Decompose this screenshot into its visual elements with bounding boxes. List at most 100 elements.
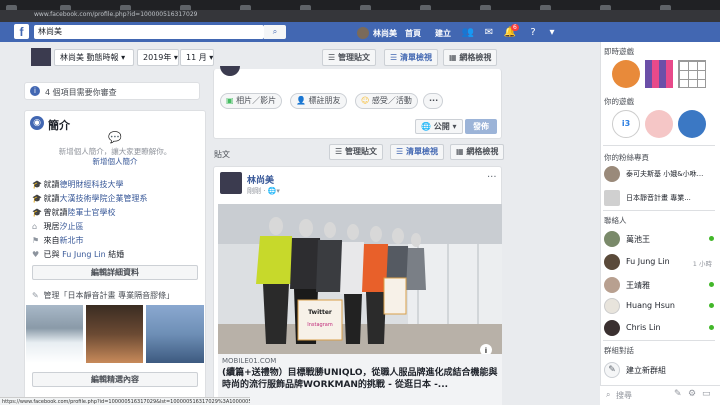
intro-item-prefix: 來自 bbox=[43, 236, 60, 245]
contact-item[interactable]: Huang Hsun bbox=[604, 298, 716, 314]
feeling-activity-label: 感受／活動 bbox=[371, 96, 412, 105]
contact-item[interactable]: Chris Lin bbox=[604, 320, 716, 336]
edit-details-button[interactable]: 編輯詳細資料 bbox=[32, 265, 198, 280]
address-url[interactable]: www.facebook.com/profile.php?id=10000051… bbox=[34, 11, 197, 18]
pending-review-card[interactable]: i 4 個項目需要你審查 bbox=[24, 82, 200, 100]
fanpages-title: 你的粉絲專頁 bbox=[604, 153, 649, 162]
contact-name: 萬池王 bbox=[626, 235, 650, 244]
grid-view-button[interactable]: ▦ 網格檢視 bbox=[450, 144, 505, 160]
timeline-filter-select[interactable]: 林尚美 動態時報 ▾ bbox=[54, 49, 134, 66]
messenger-icon[interactable]: ✉ bbox=[482, 27, 496, 38]
list-view-top-button[interactable]: ☰ 清單檢視 bbox=[384, 49, 438, 66]
intro-item: ♥ 已與 Fu Jung Lin 結婚 bbox=[32, 250, 124, 260]
image-info-icon[interactable]: i bbox=[485, 347, 487, 354]
game-icon[interactable] bbox=[612, 60, 640, 88]
help-icon[interactable]: ? bbox=[526, 27, 540, 38]
photo-video-button[interactable]: ▣ 相片／影片 bbox=[220, 93, 283, 109]
chat-search-icon: ⌕ bbox=[606, 390, 611, 399]
tag-friends-button[interactable]: 👤 標註朋友 bbox=[290, 93, 347, 109]
game-icon[interactable] bbox=[678, 110, 706, 138]
contact-item[interactable]: 萬池王 bbox=[604, 231, 716, 247]
options-gear-icon[interactable]: ⚙ bbox=[688, 389, 696, 399]
new-message-icon[interactable]: ✎ bbox=[674, 389, 682, 399]
month-select[interactable]: 11 月 ▾ bbox=[180, 49, 214, 66]
create-link[interactable]: 建立 bbox=[435, 28, 451, 39]
home-link[interactable]: 首頁 bbox=[405, 28, 421, 39]
list-view-button[interactable]: ☰ 清單檢視 bbox=[390, 144, 444, 160]
contact-avatar bbox=[604, 254, 620, 270]
posts-section-title: 貼文 bbox=[214, 150, 230, 159]
chat-search-placeholder[interactable]: 搜尋 bbox=[616, 390, 632, 401]
manage-posts-top-button[interactable]: ☰ 管理貼文 bbox=[322, 49, 376, 66]
online-indicator bbox=[709, 282, 714, 287]
contact-item[interactable]: 王靖雅 bbox=[604, 277, 716, 293]
notification-count-badge: 6 bbox=[511, 24, 519, 31]
link-title[interactable]: (續篇+送禮物）目標戰勝UNIQLO，從職人服品牌進化成結合機能與時尚的流行服飾… bbox=[222, 367, 498, 391]
privacy-select[interactable]: 🌐 公開 ▾ bbox=[415, 119, 463, 134]
contact-name: Chris Lin bbox=[626, 323, 661, 332]
privacy-label: 公開 bbox=[433, 122, 450, 131]
friends-icon[interactable]: 👥 bbox=[461, 27, 475, 38]
featured-manage[interactable]: ✎ 管理「日本靜音計畫 專業隔音膠條」 bbox=[32, 291, 174, 301]
search-icon[interactable]: ⌕ bbox=[264, 25, 286, 39]
browser-status-bar: https://www.facebook.com/profile.php?id=… bbox=[0, 397, 250, 405]
game-icon[interactable] bbox=[645, 60, 673, 88]
intro-item-prefix: 曾就讀 bbox=[43, 208, 68, 217]
manage-posts-top-label: 管理貼文 bbox=[337, 53, 370, 62]
intro-item-link[interactable]: 汐止區 bbox=[60, 222, 84, 231]
manage-posts-label: 管理貼文 bbox=[344, 147, 377, 156]
post-button[interactable]: 發佈 bbox=[465, 119, 497, 134]
avatar[interactable] bbox=[357, 27, 369, 39]
game-icon[interactable] bbox=[678, 60, 706, 88]
post-author-avatar[interactable] bbox=[220, 172, 242, 194]
contact-avatar bbox=[604, 298, 620, 314]
featured-photo[interactable] bbox=[25, 304, 84, 364]
grid-view-top-button[interactable]: ▦ 網格檢視 bbox=[443, 49, 498, 66]
tag-friends-label: 標註朋友 bbox=[308, 96, 341, 105]
info-icon: i bbox=[30, 86, 40, 96]
post-menu-icon[interactable]: ··· bbox=[487, 172, 497, 183]
link-domain: MOBILE01.COM bbox=[222, 357, 277, 365]
collapse-icon[interactable]: ▭ bbox=[702, 389, 711, 399]
new-group-icon: ✎ bbox=[604, 362, 620, 378]
feeling-activity-button[interactable]: ☺ 感受／活動 bbox=[355, 93, 418, 109]
profile-thumbnail[interactable] bbox=[31, 48, 51, 66]
featured-photo[interactable] bbox=[145, 304, 205, 364]
manage-posts-button[interactable]: ☰ 管理貼文 bbox=[329, 144, 383, 160]
fanpage-name: 日本靜音計畫 專業... bbox=[626, 194, 691, 202]
intro-item-link[interactable]: 德明財經科技大學 bbox=[60, 180, 124, 189]
more-options-icon[interactable]: ··· bbox=[423, 93, 443, 109]
chat-search-bar[interactable]: ⌕ 搜尋 ✎ ⚙ ▭ bbox=[600, 385, 720, 405]
online-indicator bbox=[709, 236, 714, 241]
post-meta: 剛剛 · 🌐▾ bbox=[247, 187, 280, 195]
fanpage-item[interactable]: 日本靜音計畫 專業... bbox=[604, 190, 716, 206]
fanpage-item[interactable]: 泰可夫斯基 小娥&小咻... bbox=[604, 166, 716, 182]
year-select[interactable]: 2019年 ▾ bbox=[137, 49, 179, 66]
contact-item[interactable]: Fu Jung Lin 1 小時 bbox=[604, 254, 716, 270]
featured-photo[interactable] bbox=[85, 304, 144, 364]
post-time[interactable]: 剛剛 bbox=[247, 187, 261, 195]
intro-item-link[interactable]: 陸軍士官學校 bbox=[68, 208, 116, 217]
account-menu-icon[interactable]: ▾ bbox=[545, 27, 559, 38]
intro-item-link[interactable]: 新北市 bbox=[60, 236, 84, 245]
add-bio-link[interactable]: 新增個人簡介 bbox=[30, 156, 200, 167]
your-games-title: 你的遊戲 bbox=[604, 97, 634, 106]
facebook-logo[interactable]: f bbox=[14, 24, 29, 39]
game-icon[interactable] bbox=[645, 110, 673, 138]
contact-avatar bbox=[604, 231, 620, 247]
intro-item-link[interactable]: Fu Jung Lin bbox=[62, 250, 106, 259]
online-indicator bbox=[709, 325, 714, 330]
tag-icon: 👤 bbox=[296, 96, 306, 105]
new-group-item[interactable]: ✎ 建立新群組 bbox=[604, 362, 716, 378]
game-icon[interactable]: i3 bbox=[612, 110, 640, 138]
post-author-name[interactable]: 林尚美 bbox=[247, 173, 274, 186]
divider bbox=[603, 340, 715, 341]
intro-item-link[interactable]: 大漢技術學院企業管理系 bbox=[60, 194, 148, 203]
fanpage-avatar bbox=[604, 190, 620, 206]
edit-featured-button[interactable]: 編輯精選內容 bbox=[32, 372, 198, 387]
profile-link[interactable]: 林尚美 bbox=[373, 28, 397, 39]
search-input[interactable]: 林尚美 bbox=[34, 25, 264, 39]
divider bbox=[603, 145, 715, 146]
post-link-image[interactable]: Twitter Instagram i bbox=[218, 204, 502, 354]
intro-title: 簡介 bbox=[48, 119, 70, 132]
